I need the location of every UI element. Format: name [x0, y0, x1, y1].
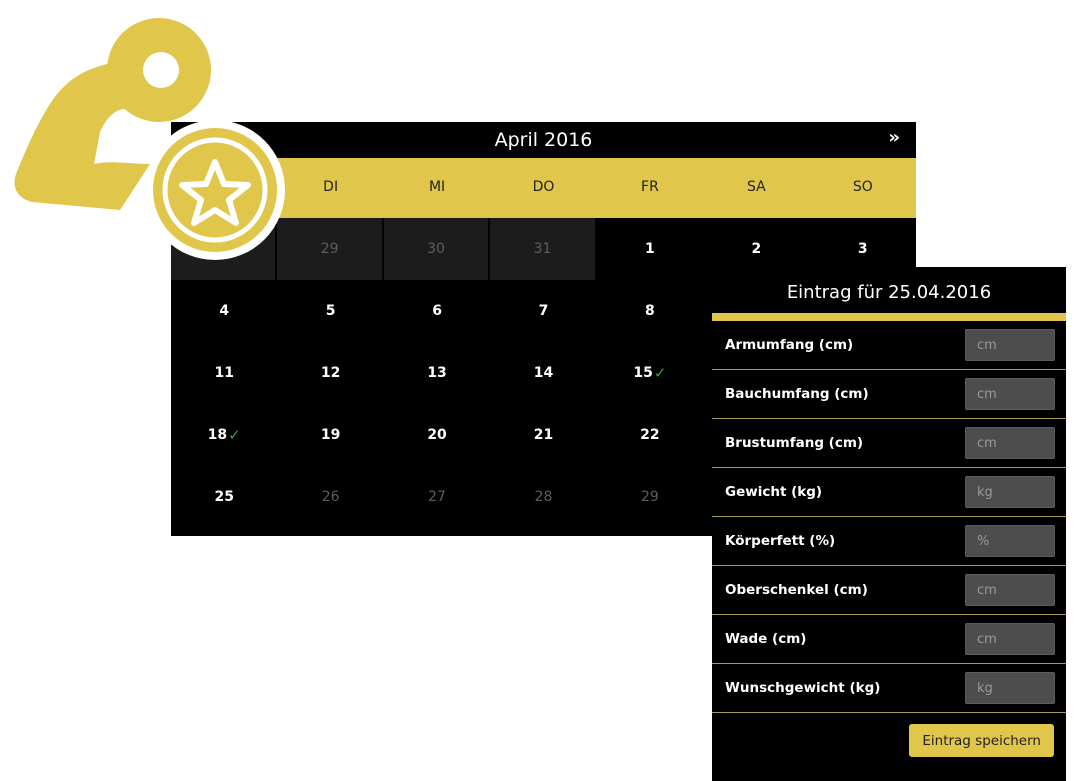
calendar-day[interactable]: 31 [490, 218, 595, 280]
entry-title: Eintrag für 25.04.2016 [786, 281, 992, 303]
entry-field-label: Bauchumfang (cm) [725, 386, 869, 402]
entry-field-label: Gewicht (kg) [725, 484, 823, 500]
entry-field-label: Wade (cm) [725, 631, 807, 647]
calendar-day-number: 27 [428, 489, 446, 505]
calendar-day-number: 28 [534, 489, 553, 505]
calendar-day[interactable]: 29 [597, 466, 703, 528]
calendar-day-number: 18 [207, 427, 228, 443]
calendar-day-number: 30 [427, 241, 445, 257]
entry-field-input[interactable] [965, 476, 1055, 508]
calendar-day-number: 22 [640, 427, 660, 443]
checkmark-icon: ✓ [653, 364, 667, 382]
calendar-day[interactable]: 22 [597, 404, 703, 466]
calendar-day-number: 8 [645, 303, 655, 319]
calendar-day[interactable]: 1 [597, 218, 703, 280]
save-entry-button[interactable]: Eintrag speichern [909, 724, 1054, 757]
entry-field-label: Armumfang (cm) [725, 337, 854, 353]
calendar-day[interactable]: 25 [171, 466, 277, 528]
entry-field-input[interactable] [965, 525, 1055, 557]
calendar-day-number: 20 [427, 427, 447, 443]
entry-field-label: Brustumfang (cm) [725, 435, 864, 451]
calendar-day-number: 15 [633, 365, 653, 381]
entry-footer: Eintrag speichern [712, 713, 1066, 757]
calendar-day[interactable]: 26 [277, 466, 383, 528]
entry-field-label: Wunschgewicht (kg) [725, 680, 881, 696]
entry-field-input[interactable] [965, 427, 1055, 459]
entry-row: Gewicht (kg) [712, 468, 1066, 517]
calendar-day-number: 29 [641, 489, 659, 505]
calendar-day-number: 7 [538, 303, 549, 319]
calendar-day[interactable]: 13 [384, 342, 490, 404]
weekday-label: FR [641, 179, 659, 195]
calendar-day-number: 4 [219, 303, 230, 319]
calendar-day[interactable]: 12 [277, 342, 383, 404]
calendar-day-number: 6 [432, 303, 442, 319]
entry-row: Wunschgewicht (kg) [712, 664, 1066, 713]
checkmark-icon: ✓ [228, 426, 241, 444]
calendar-day-number: 14 [533, 365, 554, 381]
entry-field-input[interactable] [965, 574, 1055, 606]
next-month-button[interactable]: » [888, 127, 900, 148]
weekday-label: SA [746, 179, 766, 195]
calendar-day[interactable]: 8 [597, 280, 703, 342]
calendar-day-number: 31 [533, 241, 552, 257]
calendar-day[interactable]: 27 [384, 466, 490, 528]
weekday-label: SO [852, 179, 873, 195]
calendar-day[interactable]: 6 [384, 280, 490, 342]
calendar-day-number: 3 [857, 241, 868, 257]
calendar-day-number: 25 [214, 489, 234, 505]
weekday-label: MI [428, 179, 446, 195]
entry-row: Körperfett (%) [712, 517, 1066, 566]
entry-row: Brustumfang (cm) [712, 419, 1066, 468]
calendar-day[interactable]: 4 [171, 280, 277, 342]
calendar-day-number: 11 [214, 365, 234, 381]
entry-row: Bauchumfang (cm) [712, 370, 1066, 419]
calendar-day[interactable]: 30 [383, 218, 489, 280]
calendar-day[interactable]: 14 [490, 342, 596, 404]
muscle-arm-logo-icon [14, 18, 285, 260]
calendar-day[interactable]: 18 ✓ [171, 404, 277, 466]
calendar-day[interactable]: 7 [490, 280, 596, 342]
calendar-day[interactable]: 21 [490, 404, 596, 466]
entry-fields: Armumfang (cm) Bauchumfang (cm) Brustumfan… [712, 321, 1066, 713]
entry-row: Oberschenkel (cm) [712, 566, 1066, 615]
calendar-day-number: 12 [320, 365, 341, 381]
entry-panel: Eintrag für 25.04.2016 Armumfang (cm) Bau… [712, 267, 1066, 781]
calendar-day[interactable]: 5 [277, 280, 383, 342]
entry-field-input[interactable] [965, 672, 1055, 704]
calendar-day[interactable]: 28 [490, 466, 596, 528]
entry-field-input[interactable] [965, 329, 1055, 361]
entry-field-label: Körperfett (%) [725, 533, 836, 549]
entry-row: Armumfang (cm) [712, 321, 1066, 370]
calendar-day-number: 29 [320, 241, 339, 257]
calendar-day-number: 2 [751, 241, 762, 257]
calendar-day[interactable]: 11 [171, 342, 277, 404]
calendar-day-number: 5 [325, 303, 336, 319]
calendar-day[interactable]: 15 ✓ [597, 342, 703, 404]
entry-field-label: Oberschenkel (cm) [725, 582, 868, 598]
calendar-day-number: 13 [427, 365, 447, 381]
calendar-day-number: 1 [645, 241, 655, 257]
entry-accent-bar [712, 313, 1066, 321]
calendar-day-number: 26 [321, 489, 340, 505]
entry-field-input[interactable] [965, 378, 1055, 410]
entry-row: Wade (cm) [712, 615, 1066, 664]
calendar-month-title: April 2016 [494, 129, 593, 151]
calendar-day[interactable]: 19 [277, 404, 383, 466]
entry-field-input[interactable] [965, 623, 1055, 655]
calendar-day-number: 19 [320, 427, 341, 443]
calendar-day-number: 21 [533, 427, 554, 443]
weekday-label: DO [532, 179, 555, 195]
calendar-day[interactable]: 20 [384, 404, 490, 466]
